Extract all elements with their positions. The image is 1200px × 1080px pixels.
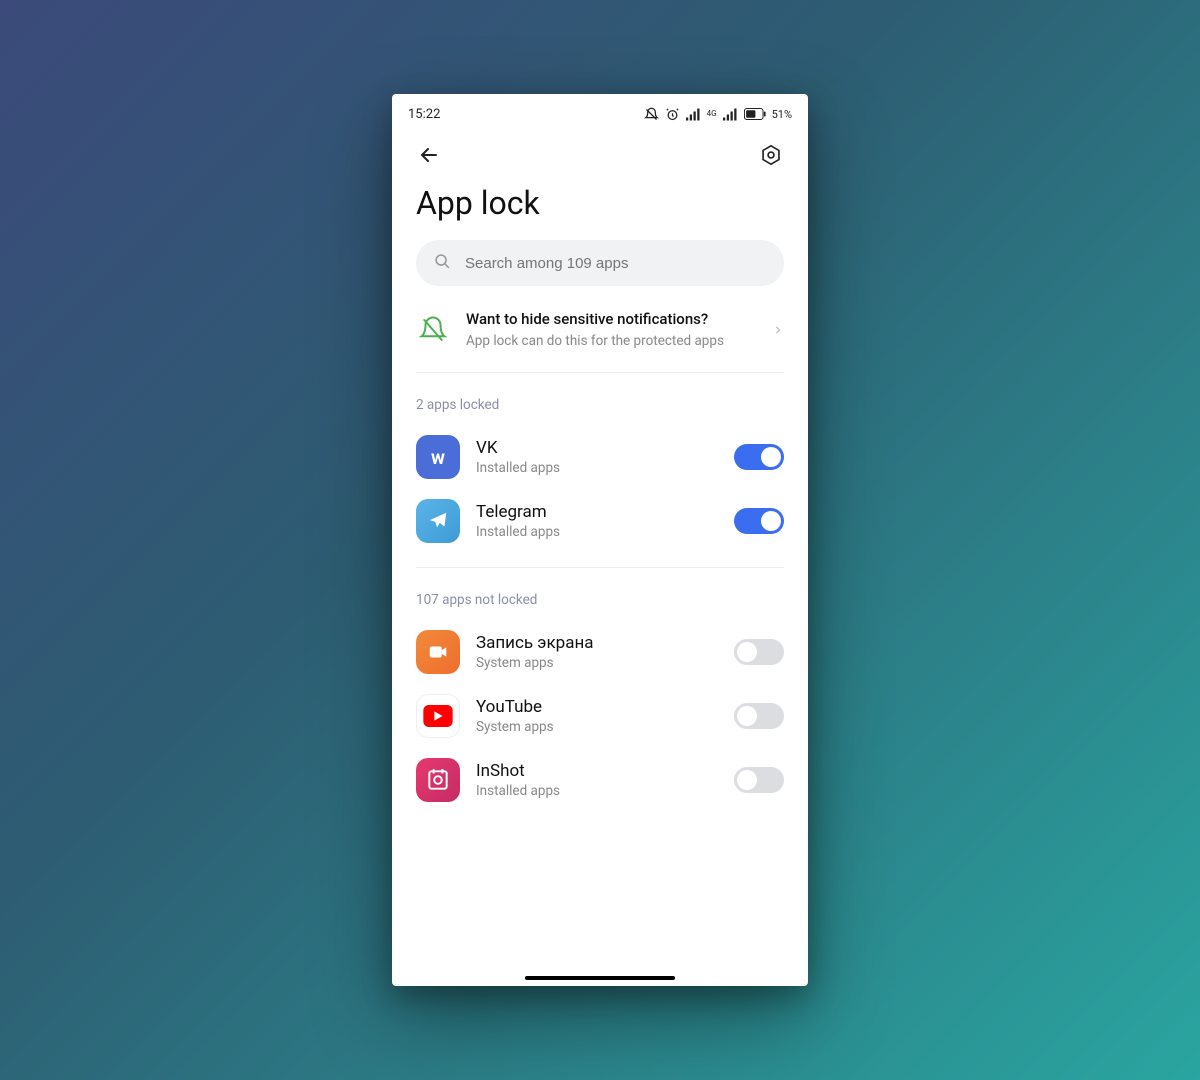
signal-icon	[686, 108, 701, 121]
battery-percent: 51%	[772, 108, 792, 121]
app-row-telegram: Telegram Installed apps	[392, 489, 808, 553]
vibrate-off-icon	[644, 107, 659, 122]
app-subtitle: System apps	[476, 655, 718, 671]
app-name: YouTube	[476, 697, 718, 717]
app-subtitle: Installed apps	[476, 460, 718, 476]
app-name: Telegram	[476, 502, 718, 522]
chevron-right-icon	[772, 321, 784, 340]
app-name: VK	[476, 438, 718, 458]
app-subtitle: Installed apps	[476, 783, 718, 799]
alarm-icon	[665, 107, 680, 122]
settings-button[interactable]	[758, 142, 784, 168]
search-bar[interactable]	[416, 240, 784, 286]
back-button[interactable]	[416, 142, 442, 168]
lock-toggle-inshot[interactable]	[734, 767, 784, 793]
page-title: App lock	[392, 174, 808, 240]
status-right: 4G 51%	[644, 107, 792, 122]
app-row-youtube: YouTube System apps	[392, 684, 808, 748]
phone-frame: 15:22 4G 51% App	[392, 94, 808, 986]
bell-off-icon	[416, 315, 450, 345]
app-row-inshot: InShot Installed apps	[392, 748, 808, 812]
signal-icon-2	[723, 108, 738, 121]
banner-title: Want to hide sensitive notifications?	[466, 310, 756, 328]
app-subtitle: System apps	[476, 719, 718, 735]
network-type: 4G	[707, 110, 717, 118]
lock-toggle-telegram[interactable]	[734, 508, 784, 534]
status-bar: 15:22 4G 51%	[392, 100, 808, 128]
vk-app-icon: w	[416, 435, 460, 479]
unlocked-section-label: 107 apps not locked	[392, 568, 808, 620]
search-icon	[434, 253, 451, 274]
battery-icon	[744, 108, 766, 120]
status-time: 15:22	[408, 107, 440, 122]
telegram-app-icon	[416, 499, 460, 543]
app-name: InShot	[476, 761, 718, 781]
lock-toggle-youtube[interactable]	[734, 703, 784, 729]
home-indicator[interactable]	[525, 976, 675, 980]
app-row-vk: w VK Installed apps	[392, 425, 808, 489]
inshot-app-icon	[416, 758, 460, 802]
search-input[interactable]	[465, 255, 766, 272]
locked-section-label: 2 apps locked	[392, 373, 808, 425]
youtube-app-icon	[416, 694, 460, 738]
app-row-screen-recorder: Запись экрана System apps	[392, 620, 808, 684]
notifications-banner[interactable]: Want to hide sensitive notifications? Ap…	[416, 304, 784, 373]
app-subtitle: Installed apps	[476, 524, 718, 540]
lock-toggle-screen-recorder[interactable]	[734, 639, 784, 665]
screen-recorder-app-icon	[416, 630, 460, 674]
banner-subtitle: App lock can do this for the protected a…	[466, 332, 756, 350]
lock-toggle-vk[interactable]	[734, 444, 784, 470]
app-name: Запись экрана	[476, 633, 718, 653]
top-bar	[392, 128, 808, 174]
